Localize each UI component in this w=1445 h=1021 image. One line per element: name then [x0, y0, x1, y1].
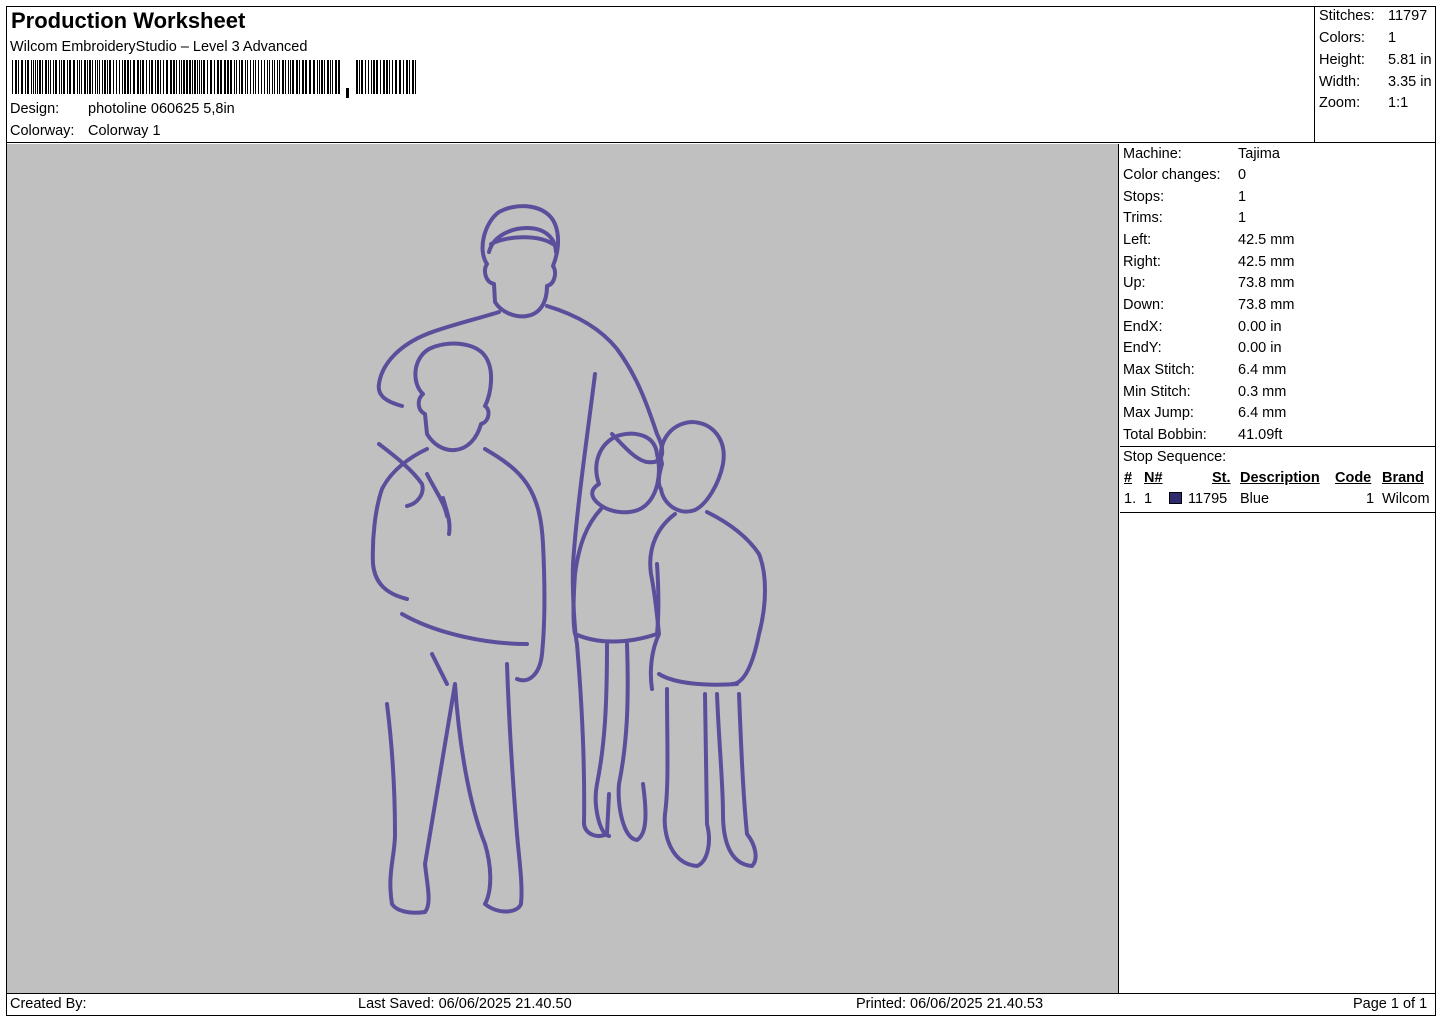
row-stitches: 11795	[1188, 491, 1228, 507]
machine-row: Machine: Tajima	[1123, 146, 1280, 162]
design-canvas	[7, 144, 1119, 993]
boy-left-head	[413, 341, 493, 453]
min-stitch-row: Min Stitch: 0.3 mm	[1123, 384, 1286, 400]
up-row: Up: 73.8 mm	[1123, 275, 1294, 291]
zoom-row: Zoom: 1:1	[1319, 95, 1408, 111]
colorway-label: Colorway:	[10, 123, 75, 139]
boy-right-head	[656, 420, 726, 514]
last-saved: Last Saved: 06/06/2025 21.40.50	[358, 996, 572, 1012]
design-label: Design:	[10, 101, 60, 117]
height-value: 5.81 in	[1388, 52, 1432, 68]
boy-right-body	[648, 510, 767, 868]
max-jump-row: Max Jump: 6.4 mm	[1123, 405, 1286, 421]
col-header-st: St.	[1212, 470, 1231, 486]
col-header-code: Code	[1335, 470, 1372, 486]
design-value: photoline 060625 5,8in	[88, 101, 235, 117]
colors-row: Colors: 1	[1319, 30, 1396, 46]
arm-details	[425, 472, 452, 536]
zoom-value: 1:1	[1388, 95, 1409, 111]
row-num: 1.	[1124, 491, 1137, 507]
endy-value: 0.00 in	[1238, 340, 1282, 356]
row-description: Blue	[1240, 491, 1270, 507]
down-row: Down: 73.8 mm	[1123, 297, 1294, 313]
colorway-row: Colorway: Colorway 1	[10, 123, 161, 139]
col-header-num: #	[1124, 470, 1133, 486]
color-changes-value: 0	[1238, 167, 1247, 183]
min-stitch-label: Min Stitch:	[1123, 384, 1191, 400]
max-jump-value: 6.4 mm	[1238, 405, 1287, 421]
page-number: Page 1 of 1	[1353, 996, 1428, 1012]
row-brand: Wilcom	[1382, 491, 1430, 507]
father-outline	[480, 204, 561, 319]
stitches-row: Stitches: 11797	[1319, 8, 1427, 24]
embroidery-outline-illustration	[370, 204, 767, 915]
left-row: Left: 42.5 mm	[1123, 232, 1294, 248]
zoom-label: Zoom:	[1319, 95, 1361, 111]
stop-sequence-label: Stop Sequence:	[1123, 449, 1227, 465]
max-jump-label: Max Jump:	[1123, 405, 1194, 421]
col-header-brand: Brand	[1382, 470, 1424, 486]
total-bobbin-value: 41.09ft	[1238, 427, 1283, 443]
down-label: Down:	[1123, 297, 1165, 313]
printed-date: Printed: 06/06/2025 21.40.53	[856, 996, 1044, 1012]
width-label: Width:	[1319, 74, 1361, 90]
worksheet-header: Production Worksheet Wilcom EmbroiderySt…	[6, 6, 1314, 143]
stitches-label: Stitches:	[1319, 8, 1375, 24]
width-value: 3.35 in	[1388, 74, 1432, 90]
stops-row: Stops: 1	[1123, 189, 1246, 205]
row-n: 1	[1144, 491, 1153, 507]
stitches-value: 11797	[1388, 8, 1428, 24]
barcode-image	[12, 60, 416, 98]
min-stitch-value: 0.3 mm	[1238, 384, 1287, 400]
machine-value: Tajima	[1238, 146, 1280, 162]
endx-label: EndX:	[1123, 319, 1163, 335]
up-value: 73.8 mm	[1238, 275, 1295, 291]
endy-row: EndY: 0.00 in	[1123, 340, 1282, 356]
trims-value: 1	[1238, 210, 1247, 226]
trims-label: Trims:	[1123, 210, 1163, 226]
down-value: 73.8 mm	[1238, 297, 1295, 313]
stops-label: Stops:	[1123, 189, 1165, 205]
design-row: Design: photoline 060625 5,8in	[10, 101, 235, 117]
left-label: Left:	[1123, 232, 1152, 248]
colors-label: Colors:	[1319, 30, 1365, 46]
created-by: Created By:	[10, 996, 87, 1012]
summary-panel: Stitches: 11797 Colors: 1 Height: 5.81 in W…	[1314, 6, 1436, 143]
width-row: Width: 3.35 in	[1319, 74, 1432, 90]
colors-value: 1	[1388, 30, 1397, 46]
left-value: 42.5 mm	[1238, 232, 1295, 248]
page-title: Production Worksheet	[11, 8, 246, 33]
endx-value: 0.00 in	[1238, 319, 1282, 335]
endx-row: EndX: 0.00 in	[1123, 319, 1282, 335]
machine-label: Machine:	[1123, 146, 1182, 162]
colorway-value: Colorway 1	[88, 123, 161, 139]
endy-label: EndY:	[1123, 340, 1162, 356]
max-stitch-value: 6.4 mm	[1238, 362, 1287, 378]
software-name: Wilcom EmbroideryStudio – Level 3 Advanc…	[10, 39, 308, 55]
up-label: Up:	[1123, 275, 1146, 291]
color-changes-row: Color changes: 0	[1123, 167, 1246, 183]
total-bobbin-label: Total Bobbin:	[1123, 427, 1207, 443]
stop-sequence-table: Stop Sequence: # N# St. Description Code…	[1120, 447, 1436, 513]
thread-color-swatch	[1169, 492, 1182, 504]
height-label: Height:	[1319, 52, 1365, 68]
height-row: Height: 5.81 in	[1319, 52, 1432, 68]
col-header-n: N#	[1144, 470, 1163, 486]
row-code: 1	[1366, 491, 1375, 507]
col-header-description: Description	[1240, 470, 1320, 486]
right-value: 42.5 mm	[1238, 254, 1295, 270]
girl-middle-body	[571, 507, 661, 842]
boy-left-body	[370, 442, 547, 915]
worksheet-footer: Created By: Last Saved: 06/06/2025 21.40…	[6, 993, 1436, 1016]
max-stitch-row: Max Stitch: 6.4 mm	[1123, 362, 1286, 378]
father-cap	[487, 226, 558, 254]
stops-value: 1	[1238, 189, 1247, 205]
right-label: Right:	[1123, 254, 1161, 270]
trims-row: Trims: 1	[1123, 210, 1246, 226]
color-changes-label: Color changes:	[1123, 167, 1221, 183]
right-row: Right: 42.5 mm	[1123, 254, 1294, 270]
machine-details-panel: Machine: Tajima Color changes: 0 Stops: 1 T…	[1120, 144, 1436, 447]
max-stitch-label: Max Stitch:	[1123, 362, 1195, 378]
total-bobbin-row: Total Bobbin: 41.09ft	[1123, 427, 1282, 443]
